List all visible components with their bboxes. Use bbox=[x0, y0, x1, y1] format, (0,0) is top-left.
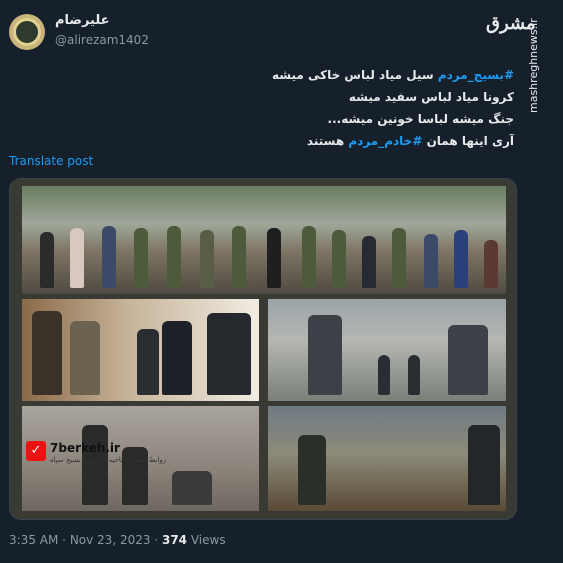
display-name[interactable]: علیرضام bbox=[55, 13, 110, 28]
user-handle[interactable]: @alirezam1402 bbox=[55, 33, 149, 47]
tweet-line-4-pre: آری اینها همان bbox=[426, 134, 514, 148]
hashtag-basij[interactable]: #بسیج_مردم bbox=[438, 68, 514, 82]
tweet-line-4-post: هستند bbox=[306, 134, 345, 148]
tweet-line-4: آری اینها همان #خادم_مردم هستند bbox=[214, 130, 514, 152]
visit-photo bbox=[22, 299, 259, 401]
tweet-text: #بسیج_مردم سیل میاد لباس خاکی میشه کرونا… bbox=[214, 64, 514, 152]
meta-separator: · bbox=[62, 533, 66, 547]
tweet-line-2: کرونا میاد لباس سفید میشه bbox=[348, 90, 514, 104]
badge-caption: روابط عمومی ناحیه مقاومت بسیج سپاه bbox=[50, 456, 167, 464]
digging-photo bbox=[268, 406, 506, 511]
hashtag-khadem[interactable]: #خادم_مردم bbox=[348, 134, 422, 148]
tweet-meta: 3:35 AM · Nov 23, 2023 · 374 Views bbox=[9, 533, 226, 547]
check-icon: ✓ bbox=[26, 441, 46, 461]
flood-photo bbox=[268, 299, 506, 401]
tweet-line-3: جنگ میشه لباسا خونین میشه... bbox=[327, 112, 514, 126]
tweet-media[interactable]: ✓ 7berkeh.ir روابط عمومی ناحیه مقاومت بس… bbox=[9, 178, 517, 520]
badge-site: 7berkeh.ir bbox=[50, 441, 120, 455]
tweet-line-1: #بسیج_مردم سیل میاد لباس خاکی میشه bbox=[214, 64, 514, 86]
meta-separator-2: · bbox=[154, 533, 159, 547]
translate-link[interactable]: Translate post bbox=[9, 154, 93, 168]
tweet-line-1-text: سیل میاد لباس خاکی میشه bbox=[271, 68, 434, 82]
group-photo bbox=[22, 186, 506, 294]
views-label: Views bbox=[190, 533, 226, 547]
mashregh-logo: مشرق bbox=[486, 14, 536, 54]
watermark-site: mashreghnews.ir bbox=[527, 18, 540, 114]
views-count: 374 bbox=[161, 533, 188, 547]
post-time[interactable]: 3:35 AM bbox=[9, 533, 58, 547]
post-date[interactable]: Nov 23, 2023 bbox=[70, 533, 151, 547]
avatar[interactable] bbox=[9, 14, 45, 50]
